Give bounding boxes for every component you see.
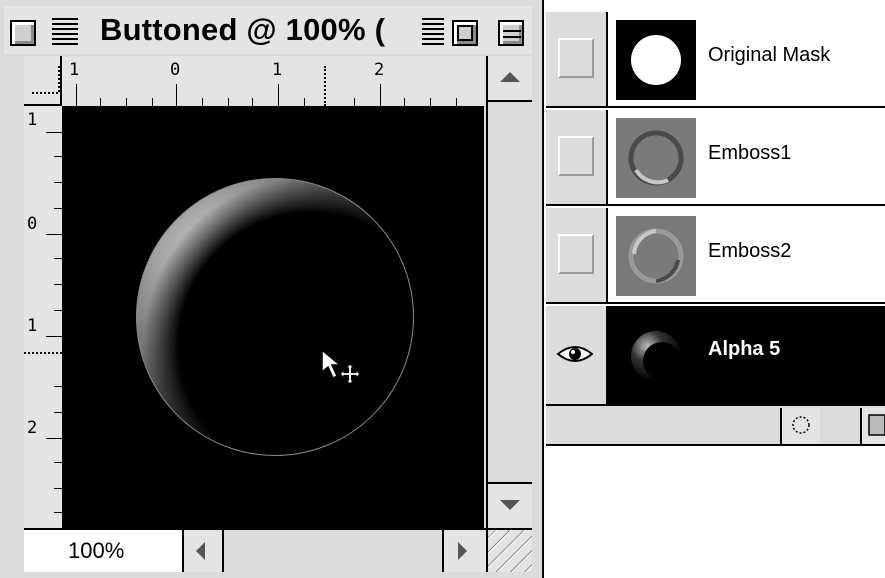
window-title: Buttoned @ 100% (: [100, 12, 386, 47]
channel-row-emboss2[interactable]: Emboss2: [546, 208, 885, 304]
channel-row-alpha-5[interactable]: Alpha 5: [546, 306, 885, 406]
document-window: Buttoned @ 100% ( 1 0 1 2 1 0 1 2 100%: [0, 0, 544, 578]
ruler-label: 1: [27, 110, 38, 130]
image-canvas[interactable]: [64, 106, 484, 528]
channels-palette: Original Mask Emboss1 Emboss2 Alpha 5: [546, 0, 885, 446]
visibility-toggle[interactable]: [546, 110, 608, 204]
ruler-origin[interactable]: [24, 56, 62, 106]
button-sphere-image: [136, 178, 414, 456]
palette-footer: [546, 404, 885, 446]
channel-name: Emboss1: [708, 142, 792, 164]
title-bar[interactable]: Buttoned @ 100% (: [4, 6, 532, 54]
zoom-box-icon[interactable]: [452, 20, 478, 46]
visibility-toggle[interactable]: [546, 12, 608, 106]
ruler-label: 1: [69, 60, 80, 80]
visibility-toggle[interactable]: [546, 208, 608, 302]
ruler-label: 1: [272, 60, 283, 80]
horizontal-ruler: 1 0 1 2: [62, 56, 484, 108]
vertical-scrollbar[interactable]: [486, 56, 532, 528]
resize-grip-icon[interactable]: [488, 530, 532, 572]
title-bar-stripes: [52, 18, 78, 48]
title-bar-stripes: [422, 18, 444, 48]
arrow-down-icon: [500, 500, 520, 510]
ruler-label: 0: [27, 214, 38, 234]
visibility-toggle[interactable]: [546, 306, 608, 404]
ruler-label: 2: [374, 60, 385, 80]
channel-name: Emboss2: [708, 240, 792, 262]
save-selection-icon: [868, 414, 885, 436]
channel-row-emboss1[interactable]: Emboss1: [546, 110, 885, 206]
arrow-left-icon: [196, 542, 205, 560]
channel-thumbnail: [616, 316, 696, 396]
close-box-icon[interactable]: [10, 20, 36, 46]
scroll-down-button[interactable]: [488, 482, 532, 528]
arrow-right-icon: [458, 542, 467, 560]
save-selection-button[interactable]: [860, 408, 885, 444]
zoom-level-field[interactable]: 100%: [24, 530, 184, 572]
channel-thumbnail: [616, 20, 696, 100]
status-bar: 100%: [24, 528, 532, 572]
ruler-label: 0: [170, 60, 181, 80]
ruler-label: 1: [27, 316, 38, 336]
channel-thumbnail: [616, 216, 696, 296]
ruler-label: 2: [27, 418, 38, 438]
load-selection-icon: [792, 416, 810, 434]
eye-icon: [556, 346, 594, 362]
channel-thumbnail: [616, 118, 696, 198]
channel-name: Original Mask: [708, 44, 831, 66]
channel-name: Alpha 5: [708, 338, 781, 360]
scroll-left-button[interactable]: [184, 530, 224, 572]
scroll-up-button[interactable]: [488, 56, 532, 102]
vertical-ruler: 1 0 1 2: [24, 106, 64, 528]
scroll-right-button[interactable]: [444, 530, 488, 572]
arrow-up-icon: [500, 72, 520, 82]
move-cursor-icon: [321, 348, 361, 385]
collapse-box-icon[interactable]: [498, 20, 524, 46]
channel-row-original-mask[interactable]: Original Mask: [546, 12, 885, 108]
horizontal-scrollbar[interactable]: [226, 530, 444, 572]
load-selection-button[interactable]: [780, 408, 820, 444]
